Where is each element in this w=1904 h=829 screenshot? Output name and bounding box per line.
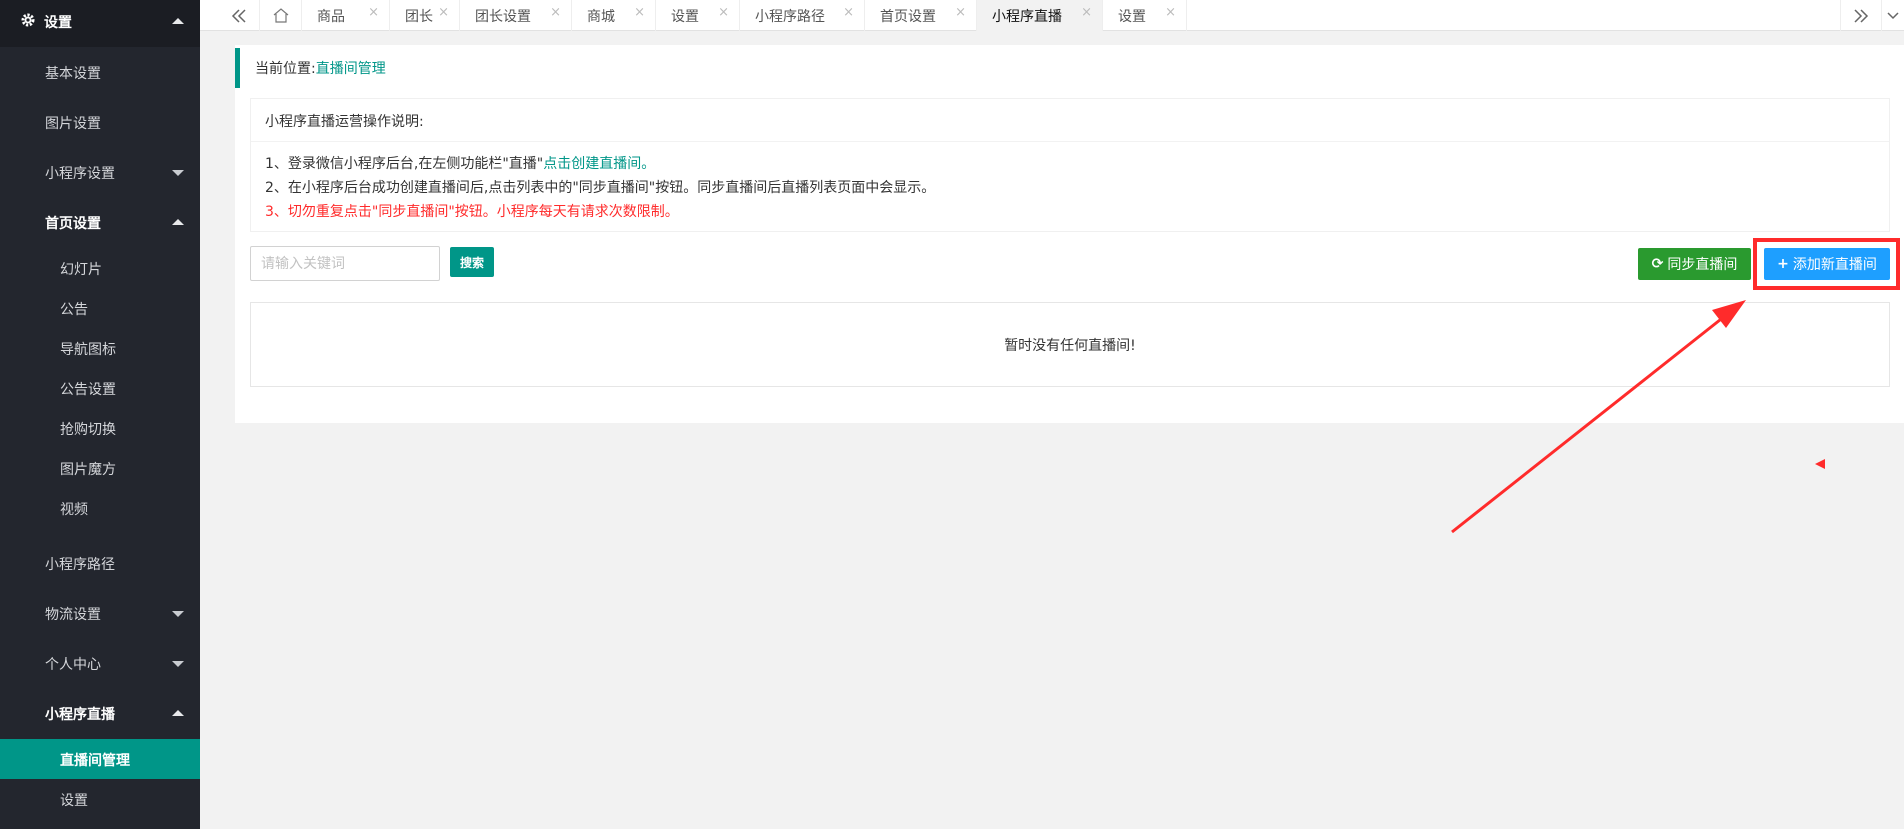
sidebar-item-label: 抢购切换: [60, 422, 116, 438]
sidebar-subitem-notice[interactable]: 公告: [0, 288, 200, 328]
sidebar-item-logistics-settings[interactable]: 物流设置: [0, 593, 200, 633]
close-icon[interactable]: ×: [1081, 5, 1092, 20]
tab-label: 小程序路径: [755, 8, 825, 25]
tab-item[interactable]: 小程序路径 ×: [740, 0, 865, 31]
sidebar-subitem-live-room-management[interactable]: 直播间管理: [0, 739, 200, 779]
tab-label: 首页设置: [880, 8, 936, 25]
close-icon[interactable]: ×: [718, 5, 729, 20]
sidebar-item-miniapp-path[interactable]: 小程序路径: [0, 543, 200, 583]
chevron-up-icon: [172, 18, 184, 24]
tab-item[interactable]: 团长 ×: [390, 0, 460, 31]
sidebar: 设置 基本设置 图片设置 小程序设置 首页设置 幻灯片 公告 导航图标 公告设置…: [0, 0, 200, 829]
tabs-scroll-right-button[interactable]: [1840, 0, 1882, 31]
tab-label: 团长: [405, 8, 433, 25]
sidebar-item-label: 物流设置: [45, 607, 101, 623]
tab-label: 商品: [317, 8, 345, 25]
sidebar-subitem-video[interactable]: 视频: [0, 488, 200, 528]
instruction-line-1: 1、登录微信小程序后台,在左侧功能栏"直播"点击创建直播间。: [265, 153, 655, 173]
search-input[interactable]: [250, 246, 440, 281]
close-icon[interactable]: ×: [843, 5, 854, 20]
sidebar-header-settings[interactable]: 设置: [0, 0, 200, 47]
chevron-down-icon: [172, 661, 184, 667]
create-live-room-link[interactable]: 点击创建直播间。: [543, 156, 655, 172]
tab-item[interactable]: 首页设置 ×: [865, 0, 977, 31]
sidebar-item-home-settings[interactable]: 首页设置: [0, 202, 200, 242]
sync-button-label: 同步直播间: [1667, 257, 1738, 273]
sidebar-item-miniapp-settings[interactable]: 小程序设置: [0, 152, 200, 192]
tab-item[interactable]: 商品 ×: [302, 0, 390, 31]
breadcrumb: 当前位置: 直播间管理: [235, 48, 1904, 88]
sidebar-item-label: 幻灯片: [60, 262, 102, 278]
sidebar-item-label: 图片设置: [45, 116, 101, 132]
double-chevron-left-icon: [231, 8, 246, 23]
tab-label: 商城: [587, 8, 615, 25]
tab-label: 小程序直播: [992, 8, 1062, 25]
sidebar-subitem-image-cube[interactable]: 图片魔方: [0, 448, 200, 488]
instructions-panel: 小程序直播运营操作说明: 1、登录微信小程序后台,在左侧功能栏"直播"点击创建直…: [250, 98, 1890, 232]
sidebar-item-label: 小程序设置: [45, 166, 115, 182]
tab-item[interactable]: 设置 ×: [1103, 0, 1187, 31]
sidebar-item-label: 小程序直播: [45, 707, 115, 723]
sidebar-header-label: 设置: [44, 15, 72, 31]
sidebar-item-label: 公告: [60, 302, 88, 318]
sidebar-subitem-slides[interactable]: 幻灯片: [0, 248, 200, 288]
annotation-highlight-box: [1753, 238, 1900, 290]
instructions-title: 小程序直播运营操作说明:: [265, 114, 424, 130]
sidebar-item-label: 视频: [60, 502, 88, 518]
sidebar-item-label: 首页设置: [45, 216, 101, 232]
sidebar-subitem-notice-settings[interactable]: 公告设置: [0, 368, 200, 408]
breadcrumb-label: 当前位置:: [255, 61, 316, 77]
tab-label: 团长设置: [475, 8, 531, 25]
breadcrumb-current[interactable]: 直播间管理: [316, 58, 386, 78]
close-icon[interactable]: ×: [955, 5, 966, 20]
sidebar-subitem-nav-icons[interactable]: 导航图标: [0, 328, 200, 368]
sidebar-item-label: 设置: [60, 793, 88, 809]
sidebar-subitem-flash-sale-switch[interactable]: 抢购切换: [0, 408, 200, 448]
sidebar-item-miniapp-live[interactable]: 小程序直播: [0, 693, 200, 733]
close-icon[interactable]: ×: [1165, 5, 1176, 20]
tab-item-active[interactable]: 小程序直播 ×: [977, 0, 1103, 31]
tabs-dropdown-button[interactable]: [1882, 0, 1904, 31]
sidebar-item-user-center[interactable]: 个人中心: [0, 643, 200, 683]
refresh-icon: ⟳: [1651, 256, 1664, 272]
sidebar-item-label: 基本设置: [45, 66, 101, 82]
tab-home[interactable]: [260, 0, 302, 31]
tabs-scroll-left-button[interactable]: [218, 0, 260, 31]
sidebar-item-label: 导航图标: [60, 342, 116, 358]
chevron-up-icon: [172, 710, 184, 716]
close-icon[interactable]: ×: [634, 5, 645, 20]
double-chevron-right-icon: [1854, 8, 1869, 23]
sidebar-item-label: 图片魔方: [60, 462, 116, 478]
sidebar-item-basic-settings[interactable]: 基本设置: [0, 52, 200, 92]
tab-bar: 商品 × 团长 × 团长设置 × 商城 × 设置 × 小程序路径 × 首页设置 × 小程序直播…: [200, 0, 1904, 31]
live-room-list-empty: 暂时没有任何直播间!: [250, 302, 1890, 387]
tab-item[interactable]: 设置 ×: [656, 0, 740, 31]
sidebar-item-label: 公告设置: [60, 382, 116, 398]
instruction-line-2: 2、在小程序后台成功创建直播间后,点击列表中的"同步直播间"按钮。同步直播间后直…: [265, 180, 936, 196]
close-icon[interactable]: ×: [368, 5, 379, 20]
instruction-text: 1、登录微信小程序后台,在左侧功能栏"直播": [265, 156, 544, 172]
sidebar-item-label: 直播间管理: [60, 753, 130, 769]
close-icon[interactable]: ×: [438, 5, 449, 20]
tab-item[interactable]: 团长设置 ×: [460, 0, 572, 31]
search-button[interactable]: 搜索: [450, 247, 494, 277]
divider: [251, 141, 1889, 142]
sidebar-subitem-live-settings[interactable]: 设置: [0, 779, 200, 819]
sidebar-item-label: 个人中心: [45, 657, 101, 673]
gear-icon: [21, 13, 35, 27]
close-icon[interactable]: ×: [550, 5, 561, 20]
instruction-line-3-warning: 3、切勿重复点击"同步直播间"按钮。小程序每天有请求次数限制。: [265, 204, 679, 220]
tab-label: 设置: [1118, 8, 1146, 25]
tab-item[interactable]: 商城 ×: [572, 0, 656, 31]
chevron-down-icon: [172, 611, 184, 617]
sync-live-rooms-button[interactable]: ⟳ 同步直播间: [1638, 248, 1751, 280]
chevron-down-icon: [172, 170, 184, 176]
empty-state-text: 暂时没有任何直播间!: [1004, 337, 1136, 354]
home-icon: [273, 8, 288, 23]
tab-label: 设置: [671, 8, 699, 25]
sidebar-item-label: 小程序路径: [45, 557, 115, 573]
sidebar-item-image-settings[interactable]: 图片设置: [0, 102, 200, 142]
chevron-down-icon: [1887, 11, 1899, 19]
chevron-up-icon: [172, 219, 184, 225]
